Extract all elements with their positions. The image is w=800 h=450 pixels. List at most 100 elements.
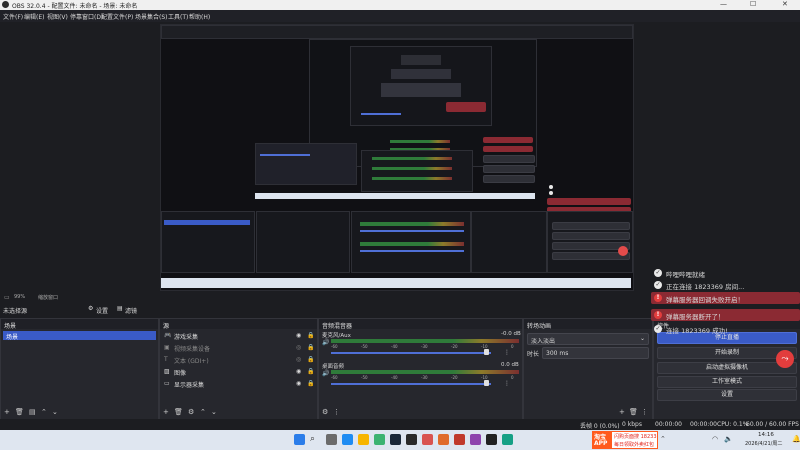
maximize-button[interactable]: ☐ bbox=[750, 0, 756, 8]
settings-gear-icon[interactable]: ⚙ bbox=[88, 305, 93, 312]
move-down-icon[interactable]: ⌄ bbox=[52, 408, 58, 416]
menu-view[interactable]: 视图(V) bbox=[47, 12, 68, 21]
volume-slider-handle[interactable] bbox=[484, 349, 489, 355]
bilibili-plugin-icon[interactable]: ⤳ bbox=[776, 350, 794, 368]
source-settings-button[interactable]: 设置 bbox=[96, 306, 108, 315]
menu-scene-collection[interactable]: 场景集合(S) bbox=[135, 12, 168, 21]
obs-taskbar-icon[interactable] bbox=[406, 434, 417, 445]
mute-icon[interactable]: 🔊 bbox=[322, 339, 329, 346]
menu-edit[interactable]: 编辑(E) bbox=[24, 12, 44, 21]
studio-mode-button[interactable]: 工作室模式 bbox=[657, 376, 797, 388]
visibility-eye-icon[interactable]: ◉ bbox=[296, 380, 301, 387]
volume-meter bbox=[331, 370, 519, 374]
lock-icon[interactable]: 🔒 bbox=[307, 368, 314, 375]
add-transition-icon[interactable]: + bbox=[619, 408, 625, 416]
app-icon[interactable] bbox=[486, 434, 497, 445]
close-button[interactable]: ✕ bbox=[782, 0, 788, 8]
check-circle-icon: ✓ bbox=[654, 281, 662, 289]
app-icon[interactable] bbox=[470, 434, 481, 445]
remove-transition-icon[interactable]: 🗑 bbox=[629, 408, 638, 416]
menu-help[interactable]: 帮助(H) bbox=[189, 12, 210, 21]
app-icon[interactable] bbox=[502, 434, 513, 445]
minimize-button[interactable]: — bbox=[720, 0, 727, 8]
zoom-label[interactable]: 缩放窗口 bbox=[38, 294, 58, 301]
source-item[interactable]: ▭ 显示器采集 ◉ 🔒 bbox=[162, 379, 315, 389]
lock-icon[interactable]: 🔒 bbox=[307, 380, 314, 387]
text-icon: T bbox=[164, 356, 168, 363]
transition-type-select[interactable]: 淡入淡出 ⌄ bbox=[527, 333, 649, 345]
menu-profile[interactable]: 配置文件(P) bbox=[101, 12, 133, 21]
file-explorer-icon[interactable] bbox=[358, 434, 369, 445]
meter-scale: -60 -50 -40 -30 -20 -10 0 bbox=[331, 375, 514, 380]
volume-slider-handle[interactable] bbox=[484, 380, 489, 386]
remove-source-icon[interactable]: 🗑 bbox=[174, 408, 183, 416]
menu-file[interactable]: 文件(F) bbox=[3, 12, 23, 21]
speaker-icon[interactable]: 🔈 bbox=[724, 435, 733, 443]
scenes-dock: 场景 场景 + 🗑 ▤ ⌃ ⌄ bbox=[0, 318, 159, 420]
mixer-toolbar: ⚙ ⋮ bbox=[319, 405, 522, 419]
visibility-eye-icon[interactable]: ◉ bbox=[296, 368, 301, 375]
zoom-value[interactable]: 99% bbox=[14, 294, 25, 300]
move-up-icon[interactable]: ⌃ bbox=[41, 408, 47, 416]
menu-docks[interactable]: 停靠窗口(D) bbox=[70, 12, 103, 21]
clock-date[interactable]: 2026/4/21/周二 bbox=[745, 440, 782, 447]
start-virtual-camera-button[interactable]: 启动虚拟摄像机 bbox=[657, 362, 797, 374]
volume-slider[interactable] bbox=[331, 383, 491, 385]
mixer-menu-icon[interactable]: ⋮ bbox=[333, 408, 340, 416]
mixer-options-icon[interactable]: ⋮ bbox=[504, 380, 510, 387]
scene-item[interactable]: 场景 bbox=[3, 331, 156, 341]
chevron-up-icon[interactable]: ⌃ bbox=[660, 435, 666, 443]
clock-time[interactable]: 14:16 bbox=[758, 432, 774, 438]
task-view-icon[interactable] bbox=[326, 434, 337, 445]
mixer-options-icon[interactable]: ⋮ bbox=[504, 349, 510, 356]
filter-icon[interactable]: ▤ bbox=[117, 305, 123, 312]
advanced-audio-icon[interactable]: ⚙ bbox=[322, 408, 328, 416]
windows-taskbar: ⌕ 淘宝 APP 闪购页面搜 18233 每日领取外卖红包 ⌃ ◠ 🔈 14:1… bbox=[0, 430, 800, 450]
mute-icon[interactable]: 🔊 bbox=[322, 370, 329, 377]
source-item[interactable]: ▨ 图像 ◉ 🔒 bbox=[162, 367, 315, 377]
volume-slider[interactable] bbox=[331, 352, 491, 354]
scenes-dock-toolbar: + 🗑 ▤ ⌃ ⌄ bbox=[1, 405, 158, 419]
cpu-usage: CPU: 0.1% bbox=[717, 421, 749, 428]
remove-scene-icon[interactable]: 🗑 bbox=[15, 408, 24, 416]
add-scene-icon[interactable]: + bbox=[4, 408, 10, 416]
scene-filters-icon[interactable]: ▤ bbox=[29, 408, 36, 416]
audio-mixer-dock: 音频混音器 麦克风/Aux -0.0 dB 🔊 -60 -50 -40 -30 … bbox=[318, 318, 523, 420]
chrome-icon[interactable] bbox=[374, 434, 385, 445]
source-properties-icon[interactable]: ⚙ bbox=[188, 408, 194, 416]
image-icon: ▨ bbox=[164, 368, 170, 375]
move-up-icon[interactable]: ⌃ bbox=[200, 408, 206, 416]
scenes-dock-header: 场景 bbox=[1, 319, 158, 330]
lock-icon[interactable]: 🔒 bbox=[307, 344, 314, 351]
taobao-ad-banner[interactable]: 淘宝 APP 闪购页面搜 18233 每日领取外卖红包 bbox=[592, 431, 658, 449]
menu-tools[interactable]: 工具(T) bbox=[168, 12, 188, 21]
steam-icon[interactable] bbox=[390, 434, 401, 445]
source-item[interactable]: T 文本 (GDI+) ◎ 🔒 bbox=[162, 355, 315, 365]
app-icon[interactable] bbox=[438, 434, 449, 445]
source-item[interactable]: 🎮 游戏采集 ◉ 🔒 bbox=[162, 331, 315, 341]
lock-icon[interactable]: 🔒 bbox=[307, 356, 314, 363]
notification-info: ✓ 正在连接 1823369 房间... bbox=[654, 281, 745, 291]
source-filters-button[interactable]: 滤镜 bbox=[125, 306, 137, 315]
windows-start-icon[interactable] bbox=[294, 434, 305, 445]
app-icon[interactable] bbox=[454, 434, 465, 445]
wifi-icon[interactable]: ◠ bbox=[712, 435, 718, 443]
source-item[interactable]: ▣ 视频采集设备 ◎ 🔒 bbox=[162, 343, 315, 353]
move-down-icon[interactable]: ⌄ bbox=[211, 408, 217, 416]
mixer-channel-name: 麦克风/Aux bbox=[322, 333, 351, 339]
add-source-icon[interactable]: + bbox=[163, 408, 169, 416]
transition-menu-icon[interactable]: ⋮ bbox=[641, 408, 648, 416]
notification-bell-icon[interactable]: 🔔 bbox=[792, 435, 800, 443]
settings-button[interactable]: 设置 bbox=[657, 389, 797, 401]
duration-input[interactable]: 300 ms bbox=[542, 347, 649, 359]
visibility-eye-icon[interactable]: ◉ bbox=[296, 332, 301, 339]
hidden-eye-icon[interactable]: ◎ bbox=[296, 356, 301, 363]
notification-error: ! 弹幕服务器断开了！ bbox=[651, 309, 800, 321]
transitions-dock: 转场动画 淡入淡出 ⌄ 时长 300 ms + 🗑 ⋮ bbox=[523, 318, 653, 420]
preview-canvas[interactable] bbox=[160, 24, 634, 291]
edge-icon[interactable] bbox=[342, 434, 353, 445]
app-icon[interactable] bbox=[422, 434, 433, 445]
search-icon[interactable]: ⌕ bbox=[310, 434, 321, 445]
lock-icon[interactable]: 🔒 bbox=[307, 332, 314, 339]
hidden-eye-icon[interactable]: ◎ bbox=[296, 344, 301, 351]
